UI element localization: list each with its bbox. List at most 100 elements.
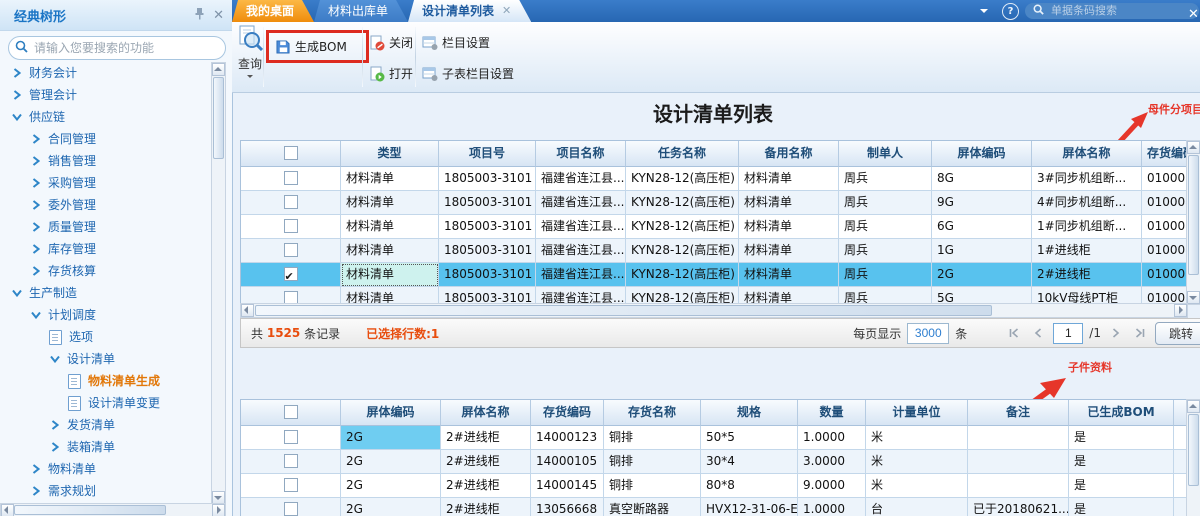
- scroll-left-icon[interactable]: [1, 504, 14, 516]
- scrollbar-thumb[interactable]: [255, 305, 992, 316]
- tree-item[interactable]: 存货核算: [0, 260, 210, 282]
- tree-item[interactable]: 合同管理: [0, 128, 210, 150]
- scroll-up-icon[interactable]: [1187, 141, 1200, 154]
- tree-item[interactable]: 管理会计: [0, 84, 210, 106]
- column-header[interactable]: 项目名称: [536, 141, 626, 167]
- column-header[interactable]: 存货编码: [531, 400, 604, 426]
- table-row[interactable]: 材料清单1805003-3101福建省连江县...KYN28-12(高压柜)材料…: [241, 215, 1187, 239]
- table-row[interactable]: 2G2#进线柜14000123铜排50*51.0000米是: [241, 426, 1187, 450]
- tree-item[interactable]: 委外管理: [0, 194, 210, 216]
- row-checkbox[interactable]: [284, 478, 298, 492]
- chevron-down-icon[interactable]: [980, 9, 988, 17]
- table-row[interactable]: 材料清单1805003-3101福建省连江县...KYN28-12(高压柜)材料…: [241, 263, 1187, 287]
- page-number-input[interactable]: [1053, 323, 1083, 344]
- row-checkbox-cell[interactable]: [241, 498, 341, 516]
- master-scrollbar-horizontal[interactable]: [240, 303, 1188, 318]
- next-page-button[interactable]: [1107, 324, 1125, 342]
- first-page-button[interactable]: [1005, 324, 1023, 342]
- tab-item[interactable]: 材料出库单: [314, 0, 408, 22]
- tree-item[interactable]: 物料清单: [0, 458, 210, 480]
- row-checkbox-cell[interactable]: [241, 167, 341, 191]
- scrollbar-thumb[interactable]: [14, 505, 166, 515]
- tree-item[interactable]: 供应链: [0, 106, 210, 128]
- pin-icon[interactable]: [194, 7, 205, 23]
- row-checkbox[interactable]: [284, 171, 298, 185]
- row-checkbox-cell[interactable]: [241, 239, 341, 263]
- select-all-checkbox[interactable]: [284, 146, 298, 160]
- sidebar-close-icon[interactable]: ✕: [213, 8, 224, 23]
- detail-scrollbar-vertical[interactable]: [1186, 399, 1200, 516]
- row-checkbox-cell[interactable]: [241, 474, 341, 498]
- open-button[interactable]: 打开: [369, 65, 413, 82]
- column-header[interactable]: 已生成BOM: [1069, 400, 1174, 426]
- tree-item[interactable]: 质量管理: [0, 216, 210, 238]
- column-header[interactable]: 数量: [798, 400, 866, 426]
- tree-item[interactable]: 销售管理: [0, 150, 210, 172]
- scroll-up-icon[interactable]: [212, 63, 225, 76]
- scroll-right-icon[interactable]: [212, 504, 225, 516]
- tree-item[interactable]: 物料清单生成: [0, 370, 210, 392]
- tree-item[interactable]: 设计清单: [0, 348, 210, 370]
- close-button[interactable]: 关闭: [369, 34, 413, 51]
- tree-item[interactable]: 设计清单变更: [0, 392, 210, 414]
- select-all-checkbox[interactable]: [284, 405, 298, 419]
- row-checkbox[interactable]: [284, 502, 298, 516]
- subtable-column-settings-button[interactable]: 子表栏目设置: [422, 65, 514, 82]
- row-checkbox[interactable]: [284, 430, 298, 444]
- column-header[interactable]: 存货名称: [604, 400, 701, 426]
- per-page-input[interactable]: [907, 323, 949, 344]
- column-header[interactable]: 制单人: [839, 141, 932, 167]
- column-header[interactable]: 屏体名称: [1032, 141, 1142, 167]
- sidebar-search[interactable]: [8, 36, 226, 60]
- row-checkbox-cell[interactable]: [241, 263, 341, 287]
- column-header[interactable]: 屏体编码: [341, 400, 441, 426]
- column-header[interactable]: 屏体名称: [441, 400, 531, 426]
- tree-item[interactable]: 采购管理: [0, 172, 210, 194]
- row-checkbox[interactable]: [284, 195, 298, 209]
- row-checkbox[interactable]: [284, 243, 298, 257]
- query-button[interactable]: 查询: [235, 25, 265, 89]
- window-close-icon[interactable]: ✕: [1188, 7, 1199, 22]
- tree-item[interactable]: 需求规划: [0, 480, 210, 502]
- table-row[interactable]: 材料清单1805003-3101福建省连江县...KYN28-12(高压柜)材料…: [241, 191, 1187, 215]
- column-header[interactable]: 任务名称: [626, 141, 739, 167]
- column-header[interactable]: 屏体编码: [932, 141, 1032, 167]
- column-settings-button[interactable]: 栏目设置: [422, 34, 490, 51]
- column-header[interactable]: 规格: [701, 400, 798, 426]
- scrollbar-thumb[interactable]: [1188, 155, 1199, 275]
- row-checkbox-cell[interactable]: [241, 191, 341, 215]
- table-row[interactable]: 2G2#进线柜14000105铜排30*43.0000米是: [241, 450, 1187, 474]
- tree-scrollbar-horizontal[interactable]: [0, 503, 226, 516]
- row-checkbox[interactable]: [284, 267, 298, 281]
- tree-item[interactable]: 财务会计: [0, 62, 210, 84]
- tree-item[interactable]: 计划调度: [0, 304, 210, 326]
- scroll-down-icon[interactable]: [1187, 291, 1200, 304]
- tree-item[interactable]: 装箱清单: [0, 436, 210, 458]
- column-header[interactable]: 计量单位: [866, 400, 968, 426]
- table-row[interactable]: 材料清单1805003-3101福建省连江县...KYN28-12(高压柜)材料…: [241, 239, 1187, 263]
- barcode-search[interactable]: [1025, 3, 1199, 19]
- last-page-button[interactable]: [1131, 324, 1149, 342]
- column-header[interactable]: 类型: [341, 141, 439, 167]
- row-checkbox-cell[interactable]: [241, 450, 341, 474]
- column-header[interactable]: 项目号: [439, 141, 536, 167]
- sidebar-search-input[interactable]: [32, 40, 219, 56]
- table-row[interactable]: 2G2#进线柜13056668真空断路器HVX12-31-06-E1.0000台…: [241, 498, 1187, 516]
- scrollbar-thumb[interactable]: [213, 77, 224, 159]
- tree-item[interactable]: 库存管理: [0, 238, 210, 260]
- column-header[interactable]: 存货编码: [1142, 141, 1187, 167]
- scrollbar-thumb[interactable]: [1188, 414, 1199, 486]
- jump-button[interactable]: 跳转: [1155, 322, 1200, 345]
- help-icon[interactable]: ?: [1002, 3, 1019, 20]
- column-header[interactable]: 备注: [968, 400, 1069, 426]
- row-checkbox[interactable]: [284, 454, 298, 468]
- tab-close-icon[interactable]: ✕: [502, 0, 511, 22]
- generate-bom-button[interactable]: 生成BOM: [266, 30, 369, 63]
- table-row[interactable]: 材料清单1805003-3101福建省连江县...KYN28-12(高压柜)材料…: [241, 167, 1187, 191]
- tree-scrollbar-vertical[interactable]: [211, 62, 226, 505]
- row-checkbox-cell[interactable]: [241, 215, 341, 239]
- master-scrollbar-vertical[interactable]: [1186, 140, 1200, 305]
- column-header[interactable]: 备用名称: [739, 141, 839, 167]
- tree-item[interactable]: 选项: [0, 326, 210, 348]
- tree-item[interactable]: 生产制造: [0, 282, 210, 304]
